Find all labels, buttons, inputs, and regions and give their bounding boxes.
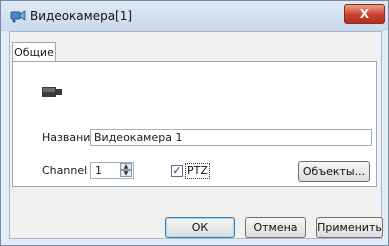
cancel-button[interactable]: Отмена <box>245 217 306 238</box>
spin-down-icon[interactable]: ▼ <box>120 170 132 177</box>
channel-label: Channel <box>42 164 88 177</box>
window-title: Видеокамера[1] <box>30 9 133 23</box>
close-button[interactable]: X <box>344 4 385 24</box>
name-label: Название <box>42 131 98 144</box>
objects-button[interactable]: Объекты... <box>298 161 370 182</box>
name-field[interactable]: Видеокамера 1 <box>90 129 372 146</box>
camera-icon <box>10 10 26 23</box>
close-icon: X <box>359 7 370 21</box>
spin-up-icon[interactable]: ▲ <box>120 163 132 170</box>
tab-general[interactable]: Общие <box>12 42 56 62</box>
ptz-checkbox[interactable]: ✓ <box>171 165 183 177</box>
camera-icon <box>42 87 62 97</box>
apply-button[interactable]: Применить <box>316 217 383 238</box>
ok-button[interactable]: ОК <box>165 217 235 238</box>
title-bar[interactable]: Видеокамера[1] X <box>1 1 388 31</box>
ptz-label[interactable]: PTZ <box>185 163 210 179</box>
